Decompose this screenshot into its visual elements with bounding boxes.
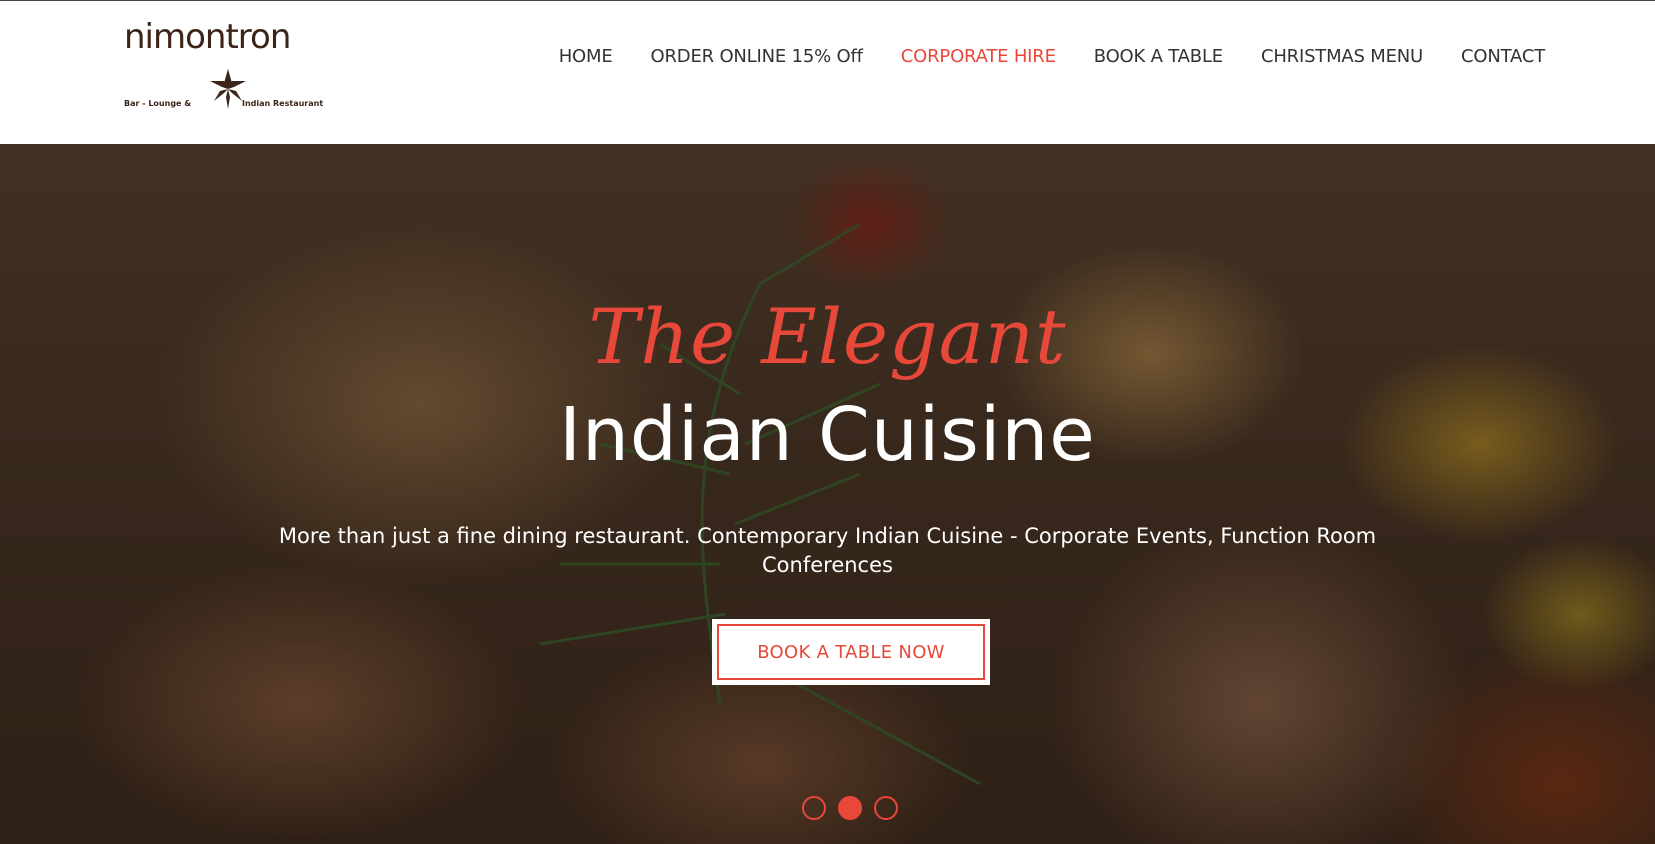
hero-script-title: The Elegant [588,292,1067,381]
main-nav: HOME ORDER ONLINE 15% Off CORPORATE HIRE… [521,46,1545,67]
dill-garnish-graphic [539,222,981,786]
slider-dots [802,796,898,820]
nav-item-contact[interactable]: CONTACT [1461,46,1545,67]
nav-item-corporate-hire[interactable]: CORPORATE HIRE [901,46,1056,67]
nav-item-home[interactable]: HOME [559,46,613,67]
logo-wordmark: nimontron [124,17,291,57]
site-header: nimontron Bar - Lounge & Indian Restaura… [0,1,1655,144]
slider-dot-1[interactable] [802,796,826,820]
nav-item-order-online[interactable]: ORDER ONLINE 15% Off [651,46,863,67]
nav-item-christmas-menu[interactable]: CHRISTMAS MENU [1261,46,1423,67]
slider-dot-3[interactable] [874,796,898,820]
hero-slider: The Elegant Indian Cuisine More than jus… [0,144,1655,844]
hero-main-title: Indian Cuisine [559,392,1096,478]
nav-item-book-a-table[interactable]: BOOK A TABLE [1094,46,1223,67]
site-logo[interactable]: nimontron Bar - Lounge & Indian Restaura… [124,17,323,117]
book-table-button-frame: BOOK A TABLE NOW [712,619,990,685]
book-table-now-button[interactable]: BOOK A TABLE NOW [717,624,985,680]
hero-subtitle: More than just a fine dining restaurant.… [278,524,1377,577]
logo-tagline-right: Indian Restaurant [242,99,324,108]
slider-dot-2[interactable] [838,796,862,820]
logo-tagline-left: Bar - Lounge & [124,99,192,108]
